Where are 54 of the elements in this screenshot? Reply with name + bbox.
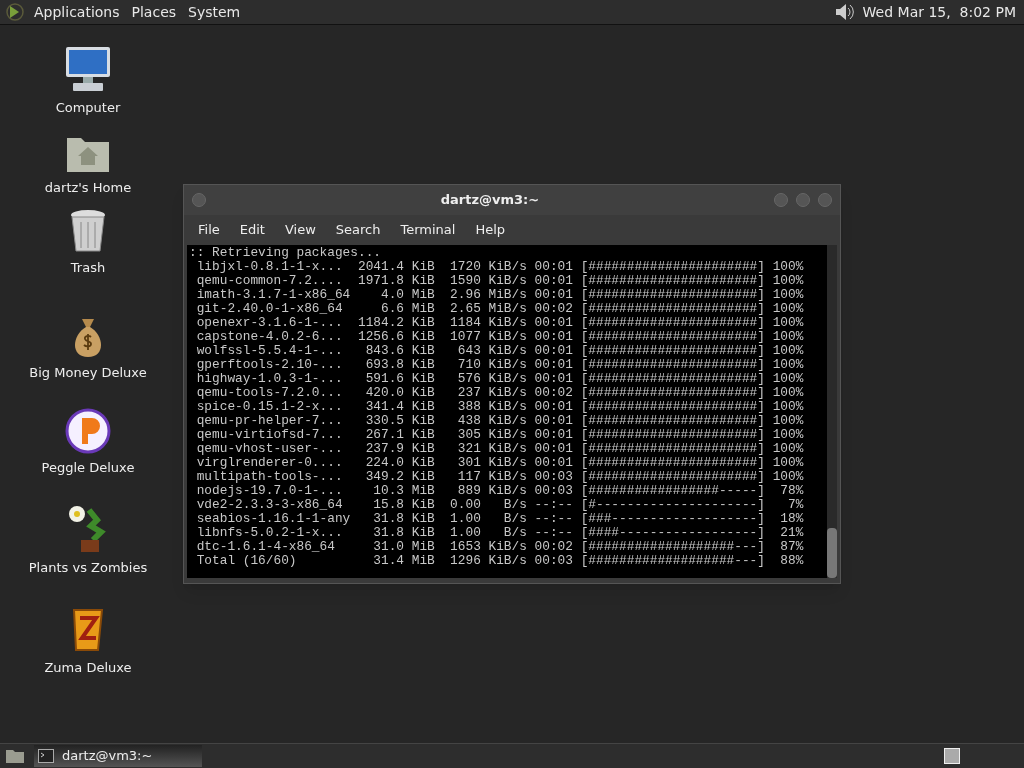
menu-item[interactable]: File [188, 220, 230, 240]
terminal-line: gperftools-2.10-... 693.8 KiB 710 KiB/s 00:01 [######################] 100% [195, 358, 805, 372]
terminal-line: nodejs-19.7.0-1-... 10.3 MiB 889 KiB/s 00:03 [#################-----] 78% [195, 484, 805, 498]
window-menu-button[interactable] [192, 193, 206, 207]
menu-item[interactable]: Help [465, 220, 516, 240]
minimize-button[interactable] [774, 193, 788, 207]
maximize-button[interactable] [796, 193, 810, 207]
terminal-line: git-2.40.0-1-x86_64 6.6 MiB 2.65 MiB/s 00:02 [######################] 100% [195, 302, 805, 316]
terminal-line: qemu-tools-7.2.0... 420.0 KiB 237 KiB/s 00:02 [######################] 100% [195, 386, 805, 400]
trash-icon [68, 207, 108, 254]
terminal-line: Total (16/60) 31.4 MiB 1296 KiB/s 00:03 [###################---] 88% [195, 554, 805, 568]
terminal-line: libnfs-5.0.2-1-x... 31.8 KiB 1.00 B/s --:-- [####------------------] 21% [195, 526, 805, 540]
terminal-line: spice-0.15.1-2-x... 341.4 KiB 388 KiB/s 00:01 [######################] 100% [195, 400, 805, 414]
scrollbar-thumb[interactable] [827, 528, 837, 578]
workspace-switcher[interactable] [944, 748, 960, 764]
terminal-line: :: Retrieving packages... [189, 246, 382, 260]
desktop-icon-label[interactable]: Zuma Deluxe [44, 657, 132, 677]
desktop-icon-label[interactable]: Plants vs Zombies [28, 557, 148, 577]
close-button[interactable] [818, 193, 832, 207]
menu-item[interactable]: Terminal [390, 220, 466, 240]
terminal-line: qemu-virtiofsd-7... 267.1 KiB 305 KiB/s 00:01 [######################] 100% [195, 428, 805, 442]
menu-item[interactable]: View [274, 220, 326, 240]
taskbar-button[interactable]: dartz@vm3:~ [34, 745, 202, 767]
terminal-line: multipath-tools-... 349.2 KiB 117 KiB/s 00:03 [######################] 100% [195, 470, 805, 484]
terminal-line: highway-1.0.3-1-... 591.6 KiB 576 KiB/s 00:01 [######################] 100% [195, 372, 805, 386]
terminal-line: capstone-4.0.2-6... 1256.6 KiB 1077 KiB/s 00:01 [######################] 100% [195, 330, 805, 344]
window-title: dartz@vm3:~ [439, 191, 541, 210]
terminal-line: virglrenderer-0.... 224.0 KiB 301 KiB/s 00:01 [######################] 100% [195, 456, 805, 470]
terminal-line: wolfssl-5.5.4-1-... 843.6 KiB 643 KiB/s 00:01 [######################] 100% [195, 344, 805, 358]
desktop-icon-label[interactable]: dartz's Home [44, 177, 132, 197]
terminal-line: vde2-2.3.3-3-x86_64 15.8 KiB 0.00 B/s --:-- [#---------------------] 7% [195, 498, 805, 512]
desktop-icon-label[interactable]: Big Money Deluxe [29, 362, 147, 382]
menu-item[interactable]: Edit [229, 220, 275, 240]
terminal-line: qemu-vhost-user-... 237.9 KiB 321 KiB/s 00:01 [######################] 100% [195, 442, 805, 456]
terminal-line: seabios-1.16.1-1-any 31.8 KiB 1.00 B/s --:-- [###-------------------] 18% [195, 512, 805, 526]
ball-icon [65, 407, 111, 454]
terminal-line: qemu-pr-helper-7... 330.5 KiB 438 KiB/s 00:01 [######################] 100% [195, 414, 805, 428]
terminal-line: libjxl-0.8.1-1-x... 2041.4 KiB 1720 KiB/s 00:01 [######################] 100% [195, 260, 805, 274]
menu-item[interactable]: Search [325, 220, 391, 240]
panel-menu[interactable]: Applications [34, 1, 120, 23]
scrollbar[interactable] [827, 245, 837, 578]
desktop-icon-label[interactable]: Trash [70, 257, 106, 277]
show-desktop-icon[interactable] [4, 747, 26, 765]
desktop-icon-label[interactable]: Peggle Deluxe [41, 457, 135, 477]
terminal-line: qemu-common-7.2.... 1971.8 KiB 1590 KiB/s 00:01 [######################] 100% [195, 274, 805, 288]
terminal-line: imath-3.1.7-1-x86_64 4.0 MiB 2.96 MiB/s 00:01 [######################] 100% [195, 288, 805, 302]
terminal-line: dtc-1.6.1-4-x86_64 31.0 MiB 1653 KiB/s 00:02 [###################---] 87% [195, 540, 805, 554]
panel-menu[interactable]: System [188, 1, 241, 23]
panel-menu[interactable]: Places [131, 1, 177, 23]
clock[interactable]: Wed Mar 15, 8:02 PM [862, 1, 1016, 23]
desktop-icon-label[interactable]: Computer [55, 97, 121, 117]
terminal-icon [38, 749, 54, 763]
terminal-line: openexr-3.1.6-1-... 1184.2 KiB 1184 KiB/s 00:01 [######################] 100% [195, 316, 805, 330]
menu-logo-icon[interactable] [4, 2, 26, 22]
